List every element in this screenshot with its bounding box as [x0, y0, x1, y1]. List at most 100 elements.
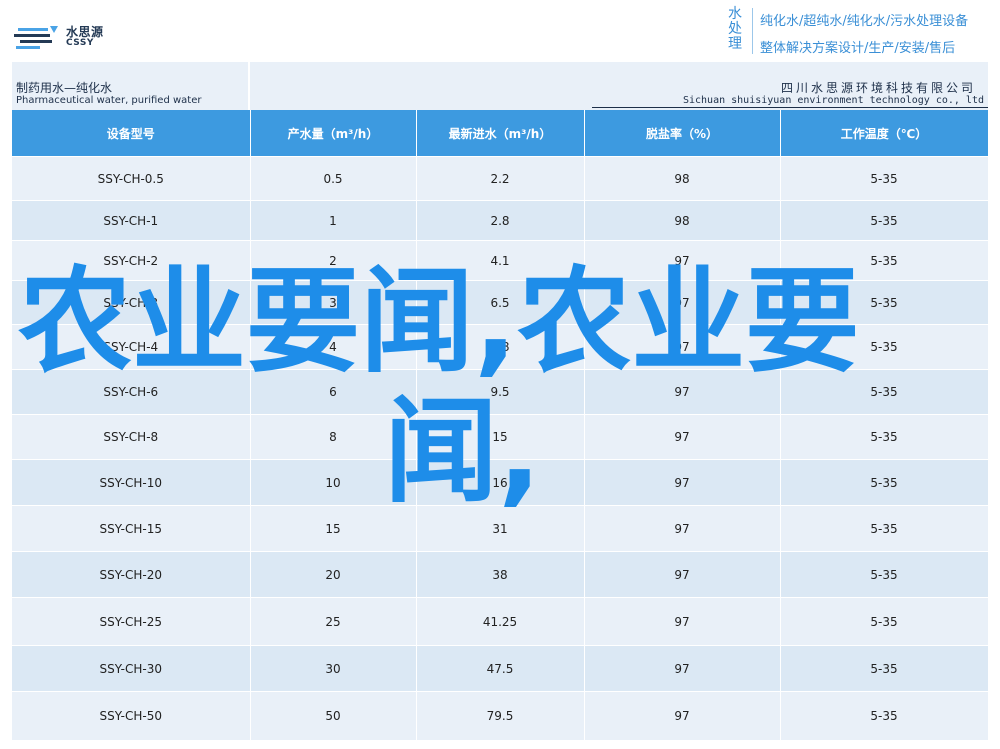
product-title-cn: 制药用水—纯化水	[16, 81, 113, 95]
cell-model: SSY-CH-50	[12, 691, 251, 740]
cell-model: SSY-CH-10	[12, 459, 251, 506]
cell-inflow: 6.5	[416, 280, 585, 325]
cell-output: 6	[250, 369, 417, 415]
product-title-en: Pharmaceutical water, purified water	[16, 95, 202, 106]
cell-inflow: 41.25	[416, 597, 585, 646]
cell-temperature: 5-35	[780, 645, 989, 692]
company-name-en: Sichuan shuisiyuan environment technolog…	[682, 95, 984, 106]
cell-temperature: 5-35	[780, 369, 989, 415]
table-row: SSY-CH-4 4 7.8 97 5-35	[12, 324, 989, 370]
cell-model: SSY-CH-2	[12, 240, 251, 281]
table-header-row: 设备型号 产水量（m³/h） 最新进水（m³/h） 脱盐率（%） 工作温度（℃）	[12, 110, 989, 157]
cell-desalination: 97	[584, 551, 781, 598]
cell-desalination: 97	[584, 324, 781, 370]
cell-output: 15	[250, 505, 417, 552]
cell-inflow: 2.8	[416, 200, 585, 241]
cell-inflow: 38	[416, 551, 585, 598]
cell-model: SSY-CH-0.5	[12, 156, 251, 201]
table-row: SSY-CH-10 10 16 97 5-35	[12, 459, 989, 506]
cell-output: 1	[250, 200, 417, 241]
cell-desalination: 97	[584, 414, 781, 460]
cell-inflow: 4.1	[416, 240, 585, 281]
cell-model: SSY-CH-15	[12, 505, 251, 552]
cell-output: 3	[250, 280, 417, 325]
tagline-heading: 水处理	[728, 6, 742, 52]
table-row: SSY-CH-6 6 9.5 97 5-35	[12, 369, 989, 415]
spec-table: 设备型号 产水量（m³/h） 最新进水（m³/h） 脱盐率（%） 工作温度（℃）…	[12, 110, 989, 740]
cell-model: SSY-CH-1	[12, 200, 251, 241]
table-row: SSY-CH-3 3 6.5 97 5-35	[12, 280, 989, 325]
tagline-services: 整体解决方案设计/生产/安装/售后	[760, 41, 956, 56]
cell-output: 0.5	[250, 156, 417, 201]
tagline-products: 纯化水/超纯水/纯化水/污水处理设备	[760, 14, 969, 29]
cell-output: 50	[250, 691, 417, 740]
cell-temperature: 5-35	[780, 691, 989, 740]
column-header-temperature: 工作温度（℃）	[780, 110, 989, 157]
cell-desalination: 97	[584, 645, 781, 692]
column-header-inflow: 最新进水（m³/h）	[416, 110, 585, 157]
cell-temperature: 5-35	[780, 240, 989, 281]
cell-temperature: 5-35	[780, 156, 989, 201]
cell-output: 2	[250, 240, 417, 281]
tagline-divider	[752, 8, 753, 54]
column-header-desalination: 脱盐率（%）	[584, 110, 781, 157]
cell-output: 20	[250, 551, 417, 598]
cell-temperature: 5-35	[780, 200, 989, 241]
table-row: SSY-CH-1 1 2.8 98 5-35	[12, 200, 989, 241]
logo-mark-icon	[14, 26, 58, 49]
table-row: SSY-CH-2 2 4.1 97 5-35	[12, 240, 989, 281]
brand-logo[interactable]: 水思源 CSSY	[14, 22, 124, 54]
cell-desalination: 97	[584, 597, 781, 646]
table-row: SSY-CH-15 15 31 97 5-35	[12, 505, 989, 552]
column-header-model: 设备型号	[12, 110, 251, 157]
cell-desalination: 98	[584, 156, 781, 201]
title-band: 制药用水—纯化水 Pharmaceutical water, purified …	[12, 62, 988, 110]
cell-model: SSY-CH-30	[12, 645, 251, 692]
service-tagline: 水处理 纯化水/超纯水/纯化水/污水处理设备 整体解决方案设计/生产/安装/售后	[722, 4, 992, 57]
table-body: SSY-CH-0.5 0.5 2.2 98 5-35 SSY-CH-1 1 2.8 98 5-35…	[12, 156, 989, 740]
table-row: SSY-CH-30 30 47.5 97 5-35	[12, 645, 989, 692]
cell-desalination: 97	[584, 459, 781, 506]
company-name-cn: 四川水思源环境科技有限公司	[780, 81, 976, 95]
cell-model: SSY-CH-25	[12, 597, 251, 646]
cell-inflow: 31	[416, 505, 585, 552]
cell-desalination: 97	[584, 280, 781, 325]
cell-model: SSY-CH-4	[12, 324, 251, 370]
company-underline	[592, 107, 988, 108]
cell-inflow: 16	[416, 459, 585, 506]
product-title-block: 制药用水—纯化水 Pharmaceutical water, purified …	[12, 62, 250, 110]
column-header-output: 产水量（m³/h）	[250, 110, 417, 157]
cell-inflow: 7.8	[416, 324, 585, 370]
cell-temperature: 5-35	[780, 505, 989, 552]
cell-temperature: 5-35	[780, 414, 989, 460]
cell-inflow: 79.5	[416, 691, 585, 740]
cell-model: SSY-CH-3	[12, 280, 251, 325]
cell-model: SSY-CH-6	[12, 369, 251, 415]
cell-temperature: 5-35	[780, 280, 989, 325]
cell-inflow: 2.2	[416, 156, 585, 201]
cell-temperature: 5-35	[780, 551, 989, 598]
cell-model: SSY-CH-8	[12, 414, 251, 460]
cell-desalination: 97	[584, 369, 781, 415]
table-row: SSY-CH-20 20 38 97 5-35	[12, 551, 989, 598]
cell-output: 8	[250, 414, 417, 460]
page-header: 水思源 CSSY 水处理 纯化水/超纯水/纯化水/污水处理设备 整体解决方案设计…	[0, 0, 1000, 62]
table-row: SSY-CH-8 8 15 97 5-35	[12, 414, 989, 460]
cell-temperature: 5-35	[780, 597, 989, 646]
cell-output: 25	[250, 597, 417, 646]
cell-desalination: 97	[584, 505, 781, 552]
cell-inflow: 47.5	[416, 645, 585, 692]
cell-output: 30	[250, 645, 417, 692]
cell-output: 10	[250, 459, 417, 506]
cell-desalination: 98	[584, 200, 781, 241]
cell-desalination: 97	[584, 691, 781, 740]
cell-inflow: 9.5	[416, 369, 585, 415]
cell-desalination: 97	[584, 240, 781, 281]
cell-temperature: 5-35	[780, 459, 989, 506]
table-row: SSY-CH-50 50 79.5 97 5-35	[12, 691, 989, 740]
table-row: SSY-CH-0.5 0.5 2.2 98 5-35	[12, 156, 989, 201]
table-row: SSY-CH-25 25 41.25 97 5-35	[12, 597, 989, 646]
cell-temperature: 5-35	[780, 324, 989, 370]
cell-output: 4	[250, 324, 417, 370]
cell-model: SSY-CH-20	[12, 551, 251, 598]
